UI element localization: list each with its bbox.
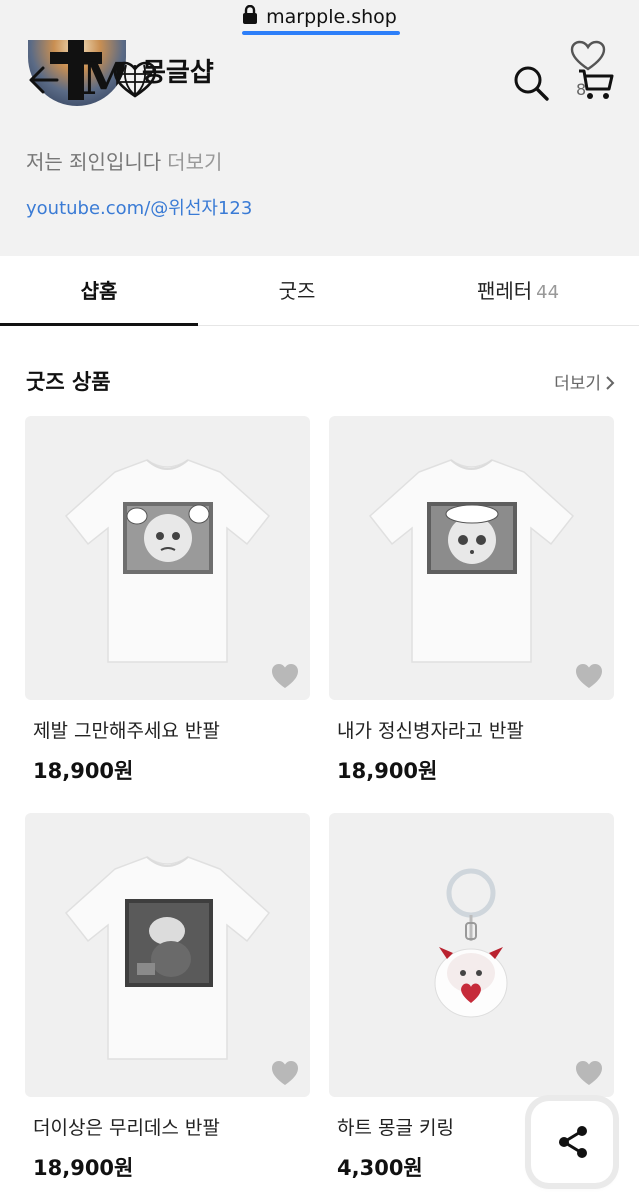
product-card[interactable]: 더이상은 무리데스 반팔 18,900원 xyxy=(25,813,310,1182)
tab-shop-home[interactable]: 샵홈 xyxy=(0,256,198,326)
tab-label: 샵홈 xyxy=(80,279,118,303)
tab-count: 44 xyxy=(536,282,560,303)
product-price: 18,900원 xyxy=(33,1156,134,1180)
browser-url-bar[interactable]: marpple.shop xyxy=(0,0,639,40)
tab-fan-letter[interactable]: 팬레터 44 xyxy=(418,256,618,326)
chevron-right-icon xyxy=(606,376,615,390)
tab-bar: 샵홈 굿즈 팬레터 44 xyxy=(0,256,639,326)
url-label: marpple.shop xyxy=(266,6,397,28)
product-price: 18,900원 xyxy=(337,759,438,783)
page-load-progress xyxy=(242,31,400,35)
lock-icon xyxy=(243,5,258,24)
section-more-link[interactable]: 더보기 xyxy=(554,369,615,394)
product-name[interactable]: 내가 정신병자라고 반팔 xyxy=(329,716,614,743)
product-name[interactable]: 더이상은 무리데스 반팔 xyxy=(25,1113,310,1140)
product-price: 18,900원 xyxy=(33,759,134,783)
product-card[interactable]: 제발 그만해주세요 반팔 18,900원 xyxy=(25,416,310,785)
wishlist-heart-icon[interactable] xyxy=(574,662,604,690)
wishlist-heart-icon[interactable] xyxy=(270,662,300,690)
wishlist-heart-icon[interactable] xyxy=(270,1059,300,1087)
keyring-illustration xyxy=(434,868,508,1018)
shop-intro-text: 저는 죄인입니다 xyxy=(26,150,162,174)
tab-goods[interactable]: 굿즈 xyxy=(198,256,396,326)
intro-more-link[interactable]: 더보기 xyxy=(167,150,222,174)
share-button[interactable] xyxy=(531,1101,613,1183)
product-image[interactable] xyxy=(329,813,614,1097)
back-arrow-icon[interactable] xyxy=(27,62,61,98)
product-image[interactable] xyxy=(25,813,310,1097)
cart-count-badge: 8 xyxy=(576,80,587,99)
shop-header: marpple.shop M 몽글샵 8 저는 죄인입니다 더보기 youtube… xyxy=(0,0,639,256)
shop-intro: 저는 죄인입니다 더보기 xyxy=(26,146,222,175)
url-text[interactable]: marpple.shop xyxy=(0,5,639,28)
tshirt-illustration xyxy=(64,459,271,663)
share-icon xyxy=(559,1126,587,1158)
wishlist-heart-icon[interactable] xyxy=(574,1059,604,1087)
product-image[interactable] xyxy=(25,416,310,700)
tab-label: 팬레터 xyxy=(476,279,533,303)
shop-name[interactable]: 몽글샵 xyxy=(142,52,214,89)
product-image[interactable] xyxy=(329,416,614,700)
tab-label: 굿즈 xyxy=(278,279,316,303)
section-title: 굿즈 상품 xyxy=(26,370,111,394)
search-icon[interactable] xyxy=(512,64,550,102)
tshirt-illustration xyxy=(368,459,575,663)
youtube-link[interactable]: youtube.com/@위선자123 xyxy=(26,194,252,220)
section-more-label: 더보기 xyxy=(554,374,601,394)
product-card[interactable]: 내가 정신병자라고 반팔 18,900원 xyxy=(329,416,614,785)
product-name[interactable]: 제발 그만해주세요 반팔 xyxy=(25,716,310,743)
page-load-progress-fill xyxy=(242,31,400,35)
tshirt-illustration xyxy=(64,856,271,1060)
